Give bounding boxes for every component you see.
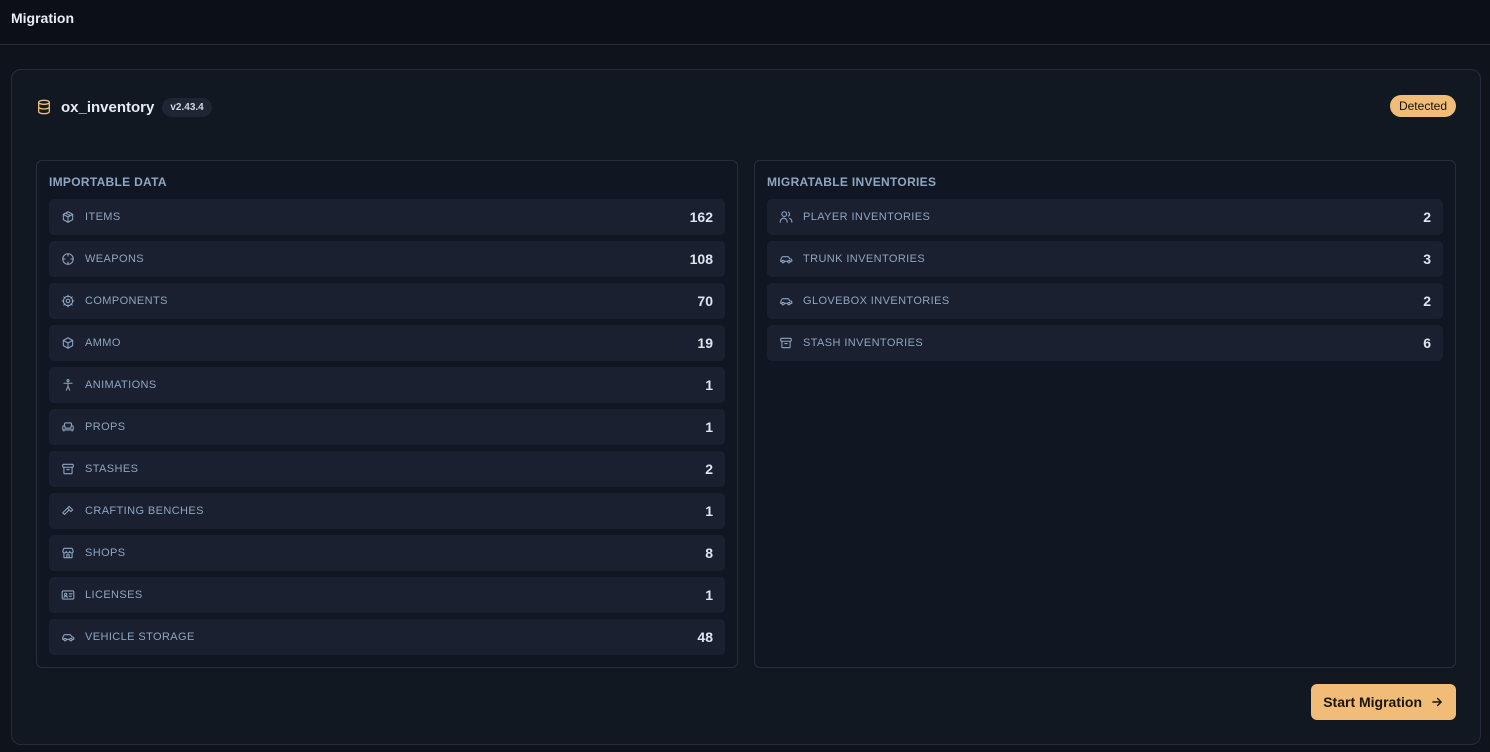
row-label: GLOVEBOX INVENTORIES	[803, 295, 950, 307]
start-migration-button[interactable]: Start Migration	[1311, 684, 1456, 720]
row-label: PLAYER INVENTORIES	[803, 211, 931, 223]
package-icon	[61, 210, 75, 224]
row-label: LICENSES	[85, 589, 143, 601]
migratable-row-stash-inventories: STASH INVENTORIES 6	[767, 325, 1443, 361]
row-count: 3	[1423, 251, 1431, 267]
row-label: CRAFTING BENCHES	[85, 505, 204, 517]
row-label: STASHES	[85, 463, 139, 475]
row-label: STASH INVENTORIES	[803, 337, 924, 349]
migratable-row-trunk-inventories: TRUNK INVENTORIES 3	[767, 241, 1443, 277]
importable-row-crafting-benches: CRAFTING BENCHES 1	[49, 493, 725, 529]
row-count: 6	[1423, 335, 1431, 351]
row-label: SHOPS	[85, 547, 126, 559]
row-count: 70	[697, 293, 713, 309]
importable-row-stashes: STASHES 2	[49, 451, 725, 487]
sofa-icon	[61, 420, 75, 434]
id-card-icon	[61, 588, 75, 602]
hammer-icon	[61, 504, 75, 518]
migratable-inventories-title: MIGRATABLE INVENTORIES	[767, 175, 937, 189]
cog-icon	[61, 294, 75, 308]
row-count: 2	[1423, 209, 1431, 225]
row-count: 108	[689, 251, 713, 267]
row-count: 48	[697, 629, 713, 645]
importable-row-items: ITEMS 162	[49, 199, 725, 235]
row-label: VEHICLE STORAGE	[85, 631, 195, 643]
users-icon	[779, 210, 793, 224]
car-icon	[61, 630, 75, 644]
row-count: 1	[705, 503, 713, 519]
top-bar: Migration	[0, 0, 1490, 45]
migratable-row-glovebox-inventories: GLOVEBOX INVENTORIES 2	[767, 283, 1443, 319]
importable-row-components: COMPONENTS 70	[49, 283, 725, 319]
row-count: 2	[1423, 293, 1431, 309]
start-migration-label: Start Migration	[1323, 694, 1422, 710]
importable-row-props: PROPS 1	[49, 409, 725, 445]
migratable-inventories-panel: MIGRATABLE INVENTORIES PLAYER INVENTORIE…	[754, 160, 1456, 668]
page-title: Migration	[11, 10, 74, 26]
importable-data-panel: IMPORTABLE DATA ITEMS 162 WEAPONS 108 COMPON…	[36, 160, 738, 668]
source-name: ox_inventory	[61, 98, 155, 116]
importable-row-weapons: WEAPONS 108	[49, 241, 725, 277]
importable-data-title: IMPORTABLE DATA	[49, 175, 167, 189]
row-label: AMMO	[85, 337, 121, 349]
row-label: COMPONENTS	[85, 295, 168, 307]
archive-icon	[61, 462, 75, 476]
crosshair-icon	[61, 252, 75, 266]
migratable-inventories-list: PLAYER INVENTORIES 2 TRUNK INVENTORIES 3 GLO…	[767, 199, 1443, 367]
row-label: TRUNK INVENTORIES	[803, 253, 926, 265]
archive-icon	[779, 336, 793, 350]
importable-row-ammo: AMMO 19	[49, 325, 725, 361]
importable-row-shops: SHOPS 8	[49, 535, 725, 571]
row-count: 162	[689, 209, 713, 225]
store-icon	[61, 546, 75, 560]
database-icon	[36, 99, 52, 115]
arrow-right-icon	[1430, 695, 1444, 709]
version-badge: v2.43.4	[162, 97, 212, 117]
migration-source-card: ox_inventory v2.43.4 Detected IMPORTABLE…	[11, 69, 1481, 745]
importable-row-vehicle-storage: VEHICLE STORAGE 48	[49, 619, 725, 655]
row-label: ANIMATIONS	[85, 379, 157, 391]
importable-row-animations: ANIMATIONS 1	[49, 367, 725, 403]
importable-data-list: ITEMS 162 WEAPONS 108 COMPONENTS 70 AMMO 19 ANIM…	[49, 199, 725, 661]
car-icon	[779, 252, 793, 266]
row-count: 1	[705, 419, 713, 435]
importable-row-licenses: LICENSES 1	[49, 577, 725, 613]
box-icon	[61, 336, 75, 350]
person-icon	[61, 378, 75, 392]
row-count: 2	[705, 461, 713, 477]
status-badge: Detected	[1389, 95, 1456, 117]
car-icon	[779, 294, 793, 308]
row-count: 1	[705, 377, 713, 393]
row-label: ITEMS	[85, 211, 121, 223]
row-count: 1	[705, 587, 713, 603]
row-label: WEAPONS	[85, 253, 145, 265]
source-header: ox_inventory v2.43.4	[36, 95, 212, 119]
row-label: PROPS	[85, 421, 126, 433]
migratable-row-player-inventories: PLAYER INVENTORIES 2	[767, 199, 1443, 235]
row-count: 8	[705, 545, 713, 561]
row-count: 19	[697, 335, 713, 351]
